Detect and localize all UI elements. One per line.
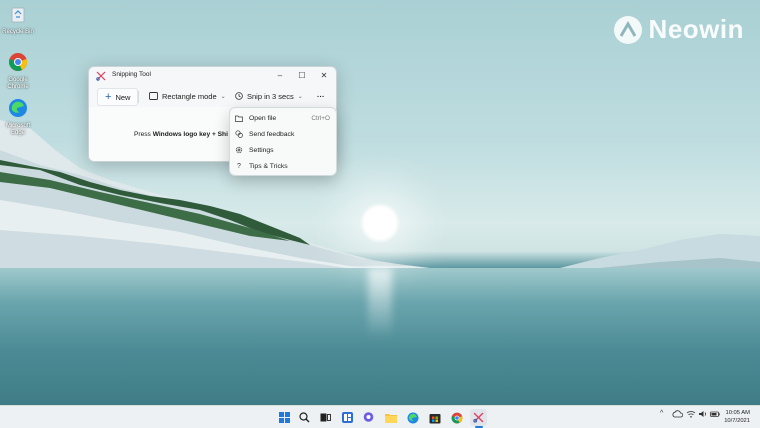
rectangle-mode-icon [149,92,158,100]
task-view-icon [320,413,331,422]
taskbar-edge-button[interactable] [404,409,421,426]
toolbar: + New Rectangle mode ⌄ Snip in 3 secs ⌄ … [89,85,336,107]
chevron-down-icon: ⌄ [220,93,226,100]
show-hidden-icons-button[interactable]: ^ [660,410,663,417]
gear-icon [235,146,243,154]
snip-mode-label: Rectangle mode [162,91,217,101]
battery-icon [710,411,720,417]
toolbar-divider [138,91,139,103]
chevron-up-icon: ^ [660,410,664,417]
minimize-button[interactable]: – [269,67,291,83]
snipping-tool-icon [473,412,484,423]
speaker-icon [699,411,706,417]
onedrive-button[interactable] [672,410,684,420]
new-snip-button[interactable]: + New [97,88,139,106]
desktop-icon-edge[interactable]: Microsoft Edge [0,98,36,137]
plus-icon: + [105,91,112,103]
title-bar[interactable]: Snipping Tool – ☐ ✕ [89,67,336,85]
desktop-icon-label: Microsoft Edge [5,123,31,136]
menu-item-open-file[interactable]: Open file Ctrl+O [230,110,336,126]
minimize-icon: – [277,70,283,80]
clock-time: 10:05 AM [725,410,751,416]
wifi-icon [686,411,696,418]
desktop-icon-label: Google Chrome [7,77,29,90]
chrome-icon [9,53,27,71]
desktop-icon-chrome[interactable]: Google Chrome [0,52,36,91]
new-label: New [115,92,131,102]
more-icon: ··· [317,91,325,101]
window-title: Snipping Tool [112,71,151,78]
menu-item-label: Settings [249,146,274,154]
search-icon [299,412,310,423]
taskbar-search-button[interactable] [296,409,313,426]
instruction-text: Press Windows logo key + Shi [134,131,228,138]
start-icon [279,412,290,423]
instruction-prefix: Press [134,131,153,138]
clock-icon [235,92,243,100]
neowin-logo-icon [613,15,642,44]
snip-delay-dropdown[interactable]: Snip in 3 secs ⌄ [235,88,303,104]
edge-icon [9,99,27,117]
menu-item-tips-tricks[interactable]: ? Tips & Tricks [230,158,336,174]
wifi-button[interactable] [686,410,696,420]
close-button[interactable]: ✕ [313,67,335,83]
maximize-icon: ☐ [298,70,306,80]
menu-item-settings[interactable]: Settings [230,142,336,158]
chat-icon [363,412,374,422]
taskbar-snipping-tool-button[interactable] [470,409,487,426]
more-options-menu: Open file Ctrl+O Send feedback Settings … [229,107,337,176]
chevron-down-icon: ⌄ [297,93,303,100]
maximize-button[interactable]: ☐ [291,67,313,83]
question-icon: ? [237,162,241,170]
close-icon: ✕ [320,70,328,80]
instruction-shortcut: Windows logo key + Shi [152,131,228,138]
store-button[interactable] [426,409,443,426]
chat-button[interactable] [360,409,377,426]
chrome-icon [451,412,462,423]
menu-item-label: Send feedback [249,130,295,138]
battery-button[interactable] [710,410,720,420]
feedback-icon [235,130,243,138]
taskbar-clock[interactable]: 10:05 AM 10/7/2021 [724,409,750,425]
snipping-tool-icon [96,71,106,81]
widgets-button[interactable] [339,409,356,426]
desktop-icon-recycle-bin[interactable]: Recycle Bin [0,4,36,36]
menu-item-shortcut: Ctrl+O [311,114,330,122]
sun-reflection [368,268,392,338]
volume-button[interactable] [698,410,708,420]
neowin-watermark: Neowin [613,14,744,45]
taskbar-chrome-button[interactable] [448,409,465,426]
menu-item-label: Tips & Tricks [249,162,288,170]
desktop-icon-label: Recycle Bin [2,29,34,35]
edge-icon [407,412,418,423]
snip-delay-label: Snip in 3 secs [247,91,294,101]
store-icon [429,413,440,423]
start-button[interactable] [276,409,293,426]
desktop-wallpaper: Neowin [0,0,760,405]
widgets-icon [342,412,353,423]
snip-mode-dropdown[interactable]: Rectangle mode ⌄ [149,88,226,104]
file-explorer-button[interactable] [382,409,399,426]
clock-date: 10/7/2021 [724,418,750,424]
menu-item-send-feedback[interactable]: Send feedback [230,126,336,142]
sun [360,203,400,243]
more-options-button[interactable]: ··· [317,88,325,104]
taskbar: ^ 10:05 AM 10/7/2021 [0,405,760,428]
file-explorer-icon [384,413,397,423]
task-view-button[interactable] [317,409,334,426]
menu-item-label: Open file [249,114,277,122]
recycle-bin-icon [11,7,25,23]
folder-icon [235,114,243,122]
neowin-wordmark: Neowin [648,14,744,44]
cloud-icon [672,410,684,418]
